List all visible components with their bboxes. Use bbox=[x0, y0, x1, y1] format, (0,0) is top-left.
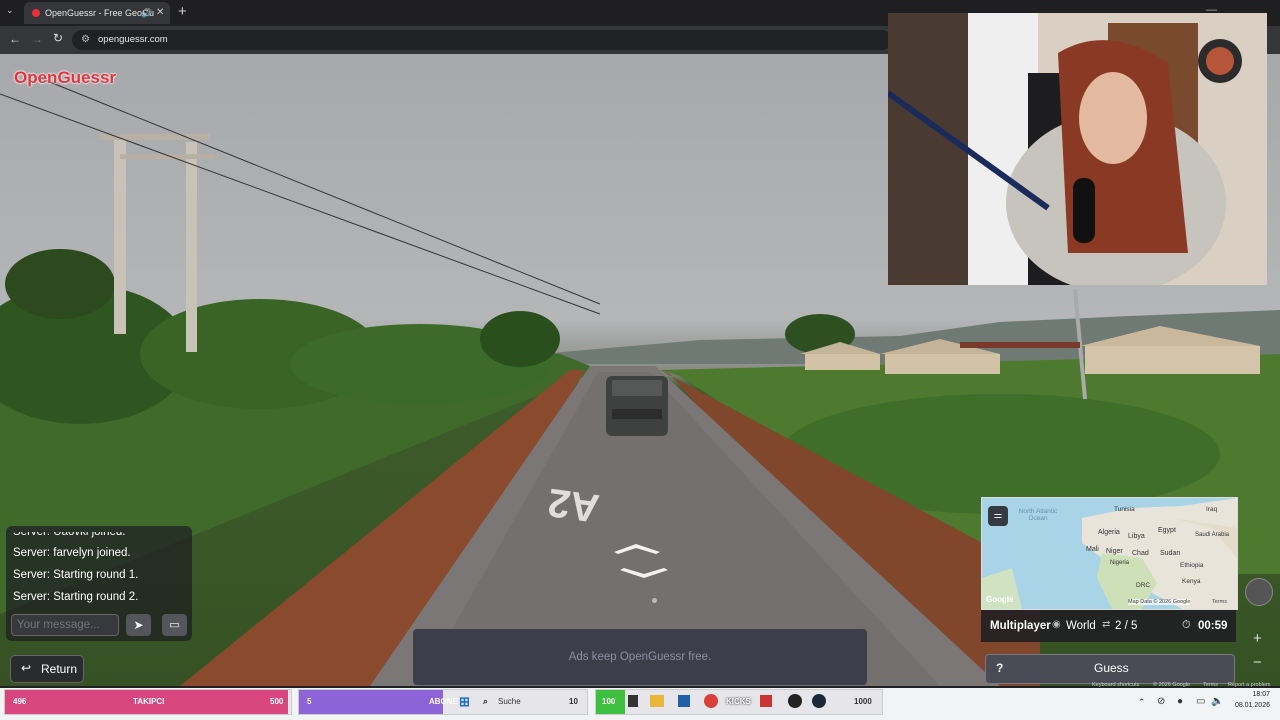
store-icon[interactable] bbox=[678, 695, 690, 707]
chat-message: Server: Starting round 1. bbox=[13, 569, 139, 581]
map-label: Chad bbox=[1132, 550, 1149, 557]
map-label: Saudi Arabia bbox=[1194, 532, 1230, 538]
tab-title: OpenGuessr - Free GeoGu bbox=[45, 8, 155, 18]
map-label: Niger bbox=[1106, 548, 1123, 555]
map-label-ocean: North Atlantic Ocean bbox=[1018, 508, 1058, 522]
map-settings-icon[interactable]: ⚌ bbox=[988, 506, 1008, 526]
tab-list-chevron-icon[interactable]: ⌄ bbox=[6, 5, 20, 19]
return-arrow-icon: ↩ bbox=[21, 661, 32, 675]
explorer-icon[interactable] bbox=[650, 695, 664, 707]
browser-tab[interactable]: OpenGuessr - Free GeoGu 🔊 ✕ bbox=[24, 2, 170, 24]
followers-goal-bar: 496 TAKIPCI 500 bbox=[4, 689, 292, 715]
taskview-icon[interactable] bbox=[628, 695, 638, 707]
site-settings-icon[interactable]: ⚙ bbox=[81, 30, 90, 50]
subs-current: 5 bbox=[307, 697, 312, 706]
windows-taskbar: 496 TAKIPCI 500 5 ABONE 10 ⊞ ⌕ Suche 100… bbox=[0, 688, 1280, 720]
guess-map[interactable]: North Atlantic Ocean Algeria Libya Egypt… bbox=[981, 497, 1238, 610]
tray-chevron-icon[interactable]: ⌃ bbox=[1138, 697, 1146, 708]
ad-banner: Ads keep OpenGuessr free. bbox=[413, 629, 867, 685]
chat-message: Server: Uaovkl joined. bbox=[13, 526, 126, 538]
followers-goal: 500 bbox=[270, 697, 284, 706]
subs-goal-fill bbox=[299, 690, 443, 714]
chat-message-input[interactable] bbox=[11, 614, 119, 636]
help-icon[interactable]: ? bbox=[996, 661, 1003, 675]
compass-icon[interactable] bbox=[1245, 578, 1273, 606]
chat-message: Server: farvelyn joined. bbox=[13, 547, 131, 559]
forward-icon[interactable]: → bbox=[31, 32, 43, 46]
kicks-current: 100 bbox=[602, 697, 616, 706]
subs-goal-bar: 5 ABONE 10 ⊞ ⌕ Suche bbox=[298, 689, 588, 715]
map-label: DRC bbox=[1136, 582, 1151, 589]
map-label: Kenya bbox=[1182, 578, 1201, 585]
map-label: Ethiopia bbox=[1180, 562, 1204, 569]
map-label: Egypt bbox=[1158, 527, 1176, 534]
url-text: openguessr.com bbox=[98, 34, 168, 45]
map-terms-link[interactable]: Terms bbox=[1212, 599, 1227, 605]
mic-icon[interactable]: ● bbox=[1177, 696, 1183, 707]
new-tab-icon[interactable]: + bbox=[178, 3, 187, 20]
region-label: World bbox=[1066, 620, 1096, 632]
clock-time[interactable]: 18:07 bbox=[1232, 691, 1270, 698]
return-button[interactable]: ↩ Return bbox=[10, 655, 84, 683]
round-timer: 00:59 bbox=[1198, 620, 1228, 632]
map-label: Iraq bbox=[1206, 506, 1218, 513]
reload-icon[interactable]: ↻ bbox=[53, 31, 63, 45]
send-icon[interactable]: ➤ bbox=[126, 614, 151, 636]
chat-toggle-icon[interactable]: ▭ bbox=[162, 614, 187, 636]
kicks-goal: 1000 bbox=[854, 697, 872, 706]
map-attribution: Map Data © 2026 Google bbox=[1128, 599, 1191, 605]
timer-icon: ⏱ bbox=[1182, 619, 1191, 631]
kicks-label: KICKS bbox=[726, 697, 751, 706]
rounds-icon: ⇄ bbox=[1102, 619, 1111, 630]
speaker-icon[interactable]: 🔊 bbox=[141, 2, 152, 24]
map-label: Tunisia bbox=[1114, 506, 1135, 513]
followers-current: 496 bbox=[13, 697, 27, 706]
guess-label: Guess bbox=[1094, 661, 1129, 675]
chat-message: Server: Starting round 2. bbox=[13, 591, 139, 603]
chat-panel: Server: Uaovkl joined. Server: farvelyn … bbox=[6, 526, 192, 641]
steam-icon[interactable] bbox=[812, 694, 826, 708]
round-counter: 2 / 5 bbox=[1115, 620, 1138, 632]
obs-icon[interactable] bbox=[788, 694, 802, 708]
display-icon[interactable]: ▭ bbox=[1196, 696, 1205, 707]
network-icon[interactable]: ⊘ bbox=[1157, 696, 1165, 707]
map-label: Nigeria bbox=[1110, 560, 1130, 566]
clock-date[interactable]: 08.01.2026 bbox=[1230, 702, 1270, 709]
windows-start-icon[interactable]: ⊞ bbox=[459, 694, 470, 710]
game-status-bar: Multiplayer ◉ World ⇄ 2 / 5 ⏱ 00:59 bbox=[981, 610, 1236, 642]
close-tab-icon[interactable]: ✕ bbox=[156, 2, 164, 24]
zoom-out-icon[interactable]: − bbox=[1253, 654, 1262, 671]
pano-dot bbox=[652, 598, 657, 603]
kicks-goal-bar: 100 KICKS 1000 bbox=[595, 689, 883, 715]
guess-button[interactable]: ? Guess bbox=[985, 654, 1235, 684]
search-icon[interactable]: ⌕ bbox=[483, 696, 488, 707]
taskbar-search-label[interactable]: Suche bbox=[498, 697, 521, 706]
globe-icon: ◉ bbox=[1052, 619, 1061, 630]
openguessr-logo[interactable]: OpenGuessr bbox=[14, 68, 116, 88]
subs-goal: 10 bbox=[569, 697, 578, 706]
favicon-icon bbox=[32, 9, 40, 17]
chrome-icon[interactable] bbox=[704, 694, 718, 708]
return-label: Return bbox=[41, 662, 78, 676]
map-label: Mali bbox=[1086, 546, 1099, 553]
mode-label: Multiplayer bbox=[990, 620, 1051, 632]
road-marking-text: A2 bbox=[545, 479, 602, 531]
webcam-graphic bbox=[888, 13, 1267, 285]
back-icon[interactable]: ← bbox=[9, 32, 21, 46]
followers-label: TAKIPCI bbox=[133, 697, 165, 706]
map-label: Sudan bbox=[1160, 550, 1181, 557]
volume-icon[interactable]: 🔈 bbox=[1211, 696, 1223, 707]
streamer-webcam bbox=[888, 13, 1267, 285]
subs-label: ABONE bbox=[429, 697, 458, 706]
app-icon[interactable] bbox=[760, 695, 772, 707]
map-label: Libya bbox=[1128, 533, 1145, 540]
url-field[interactable]: ⚙ openguessr.com bbox=[72, 30, 892, 50]
map-label: Algeria bbox=[1098, 529, 1120, 536]
google-logo: Google bbox=[986, 595, 1014, 604]
zoom-in-icon[interactable]: + bbox=[1253, 630, 1262, 647]
